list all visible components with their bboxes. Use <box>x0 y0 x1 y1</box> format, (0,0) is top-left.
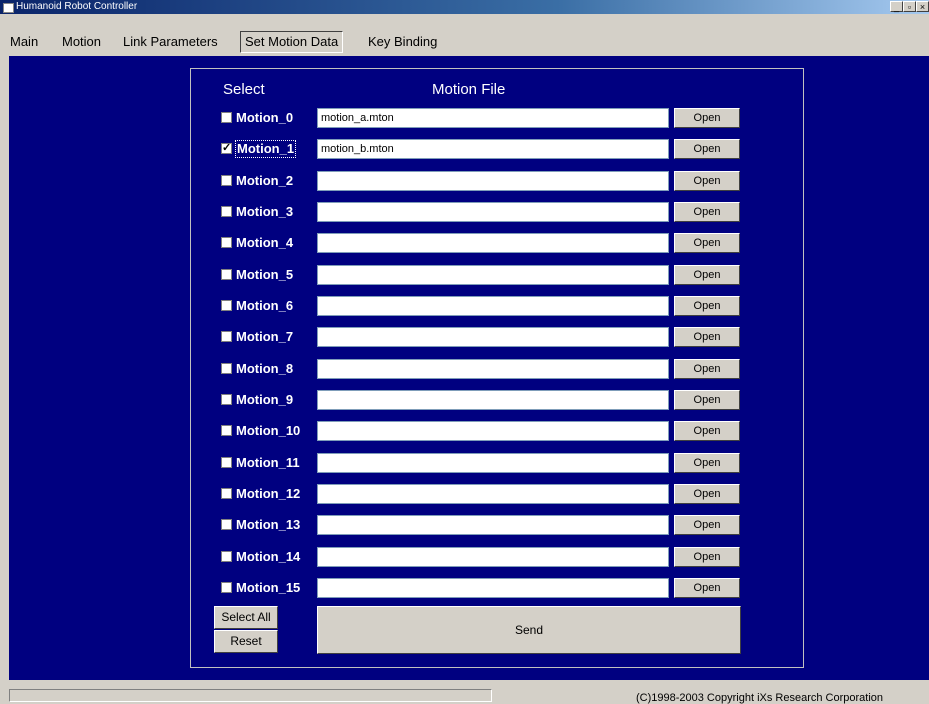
open-button[interactable]: Open <box>674 233 740 253</box>
motion-checkbox[interactable] <box>221 269 232 280</box>
motion-checkbox[interactable] <box>221 457 232 468</box>
motion-panel: Select Motion File Motion_0 motion_a.mton… <box>190 68 804 668</box>
open-button[interactable]: Open <box>674 202 740 222</box>
open-button[interactable]: Open <box>674 453 740 473</box>
menu-bar: Main Motion Link Parameters Set Motion D… <box>0 14 929 56</box>
main-area: Select Motion File Motion_0 motion_a.mton… <box>9 56 929 680</box>
motion-checkbox[interactable] <box>221 394 232 405</box>
window-controls: _ ▫ × <box>890 1 929 12</box>
motion-file-input[interactable] <box>317 233 669 253</box>
title-bar: Humanoid Robot Controller _ ▫ × <box>0 0 929 14</box>
motion-checkbox[interactable] <box>221 551 232 562</box>
motion-file-input[interactable] <box>317 390 669 410</box>
motion-label[interactable]: Motion_14 <box>236 549 300 565</box>
tab-key-binding[interactable]: Key Binding <box>368 32 437 52</box>
tab-motion[interactable]: Motion <box>62 32 101 52</box>
motion-checkbox[interactable] <box>221 206 232 217</box>
close-button[interactable]: × <box>916 1 929 12</box>
motion-checkbox[interactable] <box>221 519 232 530</box>
motion-label[interactable]: Motion_8 <box>236 361 293 377</box>
motion-label[interactable]: Motion_5 <box>236 267 293 283</box>
motion-file-input[interactable] <box>317 547 669 567</box>
motion-label[interactable]: Motion_13 <box>236 517 300 533</box>
motion-label[interactable]: Motion_10 <box>236 423 300 439</box>
motion-label[interactable]: Motion_2 <box>236 173 293 189</box>
motion-label[interactable]: Motion_9 <box>236 392 293 408</box>
tab-link-parameters[interactable]: Link Parameters <box>123 32 218 52</box>
motion-checkbox[interactable] <box>221 175 232 186</box>
open-button[interactable]: Open <box>674 139 740 159</box>
motion-checkbox[interactable] <box>221 300 232 311</box>
open-button[interactable]: Open <box>674 578 740 598</box>
tab-set-motion-data[interactable]: Set Motion Data <box>240 31 344 53</box>
open-button[interactable]: Open <box>674 547 740 567</box>
motion-file-input[interactable] <box>317 515 669 535</box>
motion-file-input[interactable] <box>317 171 669 191</box>
open-button[interactable]: Open <box>674 421 740 441</box>
motion-file-header: Motion File <box>432 81 506 98</box>
open-button[interactable]: Open <box>674 296 740 316</box>
motion-file-input[interactable]: motion_b.mton <box>317 139 669 159</box>
select-all-button[interactable]: Select All <box>214 606 278 629</box>
open-button[interactable]: Open <box>674 390 740 410</box>
open-button[interactable]: Open <box>674 108 740 128</box>
motion-checkbox[interactable] <box>221 331 232 342</box>
motion-checkbox[interactable] <box>221 425 232 436</box>
motion-checkbox[interactable] <box>221 112 232 123</box>
motion-file-input[interactable] <box>317 453 669 473</box>
motion-checkbox[interactable] <box>221 141 232 154</box>
motion-file-input[interactable] <box>317 265 669 285</box>
motion-label[interactable]: Motion_3 <box>236 204 293 220</box>
motion-label[interactable]: Motion_7 <box>236 329 293 345</box>
open-button[interactable]: Open <box>674 265 740 285</box>
select-header: Select <box>223 81 265 98</box>
copyright-text: (C)1998-2003 Copyright iXs Research Corp… <box>636 692 884 704</box>
motion-label[interactable]: Motion_12 <box>236 486 300 502</box>
maximize-button[interactable]: ▫ <box>903 1 916 12</box>
motion-file-input[interactable] <box>317 296 669 316</box>
motion-file-input[interactable] <box>317 359 669 379</box>
motion-checkbox[interactable] <box>221 488 232 499</box>
motion-file-input[interactable]: motion_a.mton <box>317 108 669 128</box>
tab-main[interactable]: Main <box>10 32 38 52</box>
open-button[interactable]: Open <box>674 171 740 191</box>
motion-label[interactable]: Motion_15 <box>236 580 300 596</box>
motion-checkbox[interactable] <box>221 363 232 374</box>
motion-checkbox[interactable] <box>221 237 232 248</box>
window-title: Humanoid Robot Controller <box>16 1 138 12</box>
open-button[interactable]: Open <box>674 359 740 379</box>
motion-checkbox[interactable] <box>221 582 232 593</box>
motion-label[interactable]: Motion_0 <box>236 110 293 126</box>
minimize-button[interactable]: _ <box>890 1 903 12</box>
open-button[interactable]: Open <box>674 484 740 504</box>
motion-label[interactable]: Motion_11 <box>236 455 300 471</box>
send-button[interactable]: Send <box>317 606 741 654</box>
motion-file-input[interactable] <box>317 327 669 347</box>
motion-label[interactable]: Motion_4 <box>236 235 293 251</box>
open-button[interactable]: Open <box>674 327 740 347</box>
motion-file-input[interactable] <box>317 421 669 441</box>
motion-file-input[interactable] <box>317 484 669 504</box>
status-bar: (C)1998-2003 Copyright iXs Research Corp… <box>0 680 929 704</box>
open-button[interactable]: Open <box>674 515 740 535</box>
reset-button[interactable]: Reset <box>214 630 278 653</box>
motion-file-input[interactable] <box>317 202 669 222</box>
motion-label[interactable]: Motion_6 <box>236 298 293 314</box>
app-icon <box>3 3 14 13</box>
status-pane <box>9 689 492 702</box>
motion-label[interactable]: Motion_1 <box>234 140 297 158</box>
motion-file-input[interactable] <box>317 578 669 598</box>
